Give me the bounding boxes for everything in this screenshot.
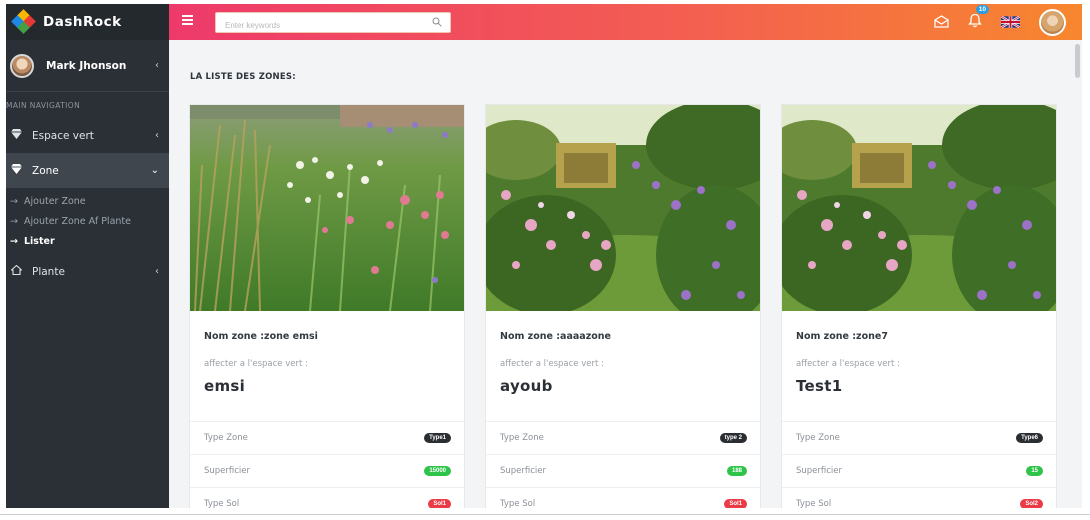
superficier-badge: 15 xyxy=(1026,466,1043,476)
app-window: DashRock Mark Jhonson ‹ MAIN NAVIGATION … xyxy=(6,4,1082,508)
detail-row-type-sol: Type Sol Sol1 xyxy=(190,487,464,508)
detail-row-type-sol: Type Sol Sol1 xyxy=(486,487,760,508)
detail-label: Type Zone xyxy=(500,433,544,443)
type-zone-badge: Type6 xyxy=(1016,433,1043,443)
bell-icon xyxy=(968,13,982,27)
detail-label: Superficier xyxy=(796,466,843,476)
topbar: 10 xyxy=(169,4,1082,40)
type-zone-badge: Type1 xyxy=(424,433,451,443)
type-sol-badge: Sol2 xyxy=(1020,499,1043,508)
gem-icon xyxy=(11,164,23,177)
detail-label: Type Sol xyxy=(796,499,832,508)
zone-details: Type Zone Type6 Superficier 15 Type Sol … xyxy=(782,421,1056,508)
type-sol-badge: Sol1 xyxy=(724,499,747,508)
main-content: LA LISTE DES ZONES: Nom zone:zone emsi … xyxy=(169,40,1073,508)
zone-details: Type Zone Type1 Superficier 15000 Type S… xyxy=(190,421,464,508)
chevron-left-icon: ‹ xyxy=(155,130,159,141)
zone-card: Nom zone :zone emsi affecter a l'espace … xyxy=(189,104,465,508)
detail-label: Superficier xyxy=(204,466,251,476)
detail-label: Superficier xyxy=(500,466,547,476)
submenu-item-label: Lister xyxy=(24,235,55,247)
user-name: Mark Jhonson xyxy=(46,59,127,72)
submenu-item-ajouter-zone-af-plante[interactable]: → Ajouter Zone Af Plante xyxy=(6,211,169,231)
notification-count-badge: 10 xyxy=(975,4,989,14)
zone-espace-label: affecter a l'espace vert : xyxy=(204,359,308,369)
page-title: LA LISTE DES ZONES: xyxy=(190,72,296,82)
detail-label: Type Sol xyxy=(500,499,536,508)
submenu-item-ajouter-zone[interactable]: → Ajouter Zone xyxy=(6,191,169,211)
sidebar-item-label: Plante xyxy=(32,265,65,278)
chevron-left-icon: ‹ xyxy=(155,266,159,277)
user-panel[interactable]: Mark Jhonson ‹ xyxy=(6,40,169,92)
brand-logo-icon xyxy=(11,9,36,34)
detail-row-superficier: Superficier 15000 xyxy=(190,454,464,487)
zone-card: Nom zone :aaaazone affecter a l'espace v… xyxy=(485,104,761,508)
detail-label: Type Zone xyxy=(204,433,248,443)
envelope-open-icon xyxy=(934,14,949,28)
sidebar-item-plante[interactable]: Plante ‹ xyxy=(6,254,169,289)
zone-espace-value: emsi xyxy=(204,377,246,395)
search-box xyxy=(215,12,451,35)
detail-row-type-zone: Type Zone type 2 xyxy=(486,421,760,454)
language-button[interactable] xyxy=(1000,13,1021,32)
type-zone-badge: type 2 xyxy=(719,433,747,443)
notifications-button[interactable]: 10 xyxy=(968,4,989,32)
vertical-scrollbar[interactable] xyxy=(1074,40,1082,508)
divider xyxy=(0,514,1090,515)
type-sol-badge: Sol1 xyxy=(428,499,451,508)
zone-espace-label: affecter a l'espace vert : xyxy=(500,359,604,369)
chevron-down-icon: ⌄ xyxy=(150,165,159,176)
sidebar: DashRock Mark Jhonson ‹ MAIN NAVIGATION … xyxy=(6,4,169,508)
zone-card: Nom zone :zone7 affecter a l'espace vert… xyxy=(781,104,1057,508)
arrow-right-icon: → xyxy=(10,195,18,207)
submenu-item-label: Ajouter Zone xyxy=(24,195,86,207)
sidebar-item-zone[interactable]: Zone ⌄ xyxy=(6,153,169,188)
zone-espace-value: Test1 xyxy=(796,377,843,395)
detail-label: Type Zone xyxy=(796,433,840,443)
superficier-badge: 15000 xyxy=(424,466,451,476)
sidebar-item-label: Espace vert xyxy=(32,129,94,142)
home-icon xyxy=(10,264,23,278)
search-icon[interactable] xyxy=(432,17,442,27)
zone-espace-value: ayoub xyxy=(500,377,553,395)
sidebar-item-espace-vert[interactable]: Espace vert ‹ xyxy=(6,118,169,153)
avatar xyxy=(1039,8,1066,36)
zone-name: Nom zone :aaaazone xyxy=(500,331,611,342)
superficier-badge: 188 xyxy=(726,466,747,476)
zone-name: Nom zone :zone emsi xyxy=(204,331,318,342)
sidebar-item-label: Zone xyxy=(32,164,59,177)
arrow-right-icon: → xyxy=(10,215,18,227)
zone-espace-label: affecter a l'espace vert : xyxy=(796,359,900,369)
mail-button[interactable] xyxy=(934,13,949,32)
detail-row-type-zone: Type Zone Type1 xyxy=(190,421,464,454)
scrollbar-thumb[interactable] xyxy=(1075,44,1080,78)
zone-image xyxy=(486,105,760,311)
chevron-left-icon: ‹ xyxy=(155,60,159,71)
uk-flag-icon xyxy=(1000,14,1021,29)
detail-row-superficier: Superficier 188 xyxy=(486,454,760,487)
search-input[interactable] xyxy=(216,16,416,35)
zone-image xyxy=(190,105,464,311)
zone-details: Type Zone type 2 Superficier 188 Type So… xyxy=(486,421,760,508)
submenu-item-lister[interactable]: → Lister xyxy=(6,231,169,251)
menu-icon[interactable] xyxy=(182,15,193,25)
arrow-right-icon: → xyxy=(10,235,18,247)
detail-label: Type Sol xyxy=(204,499,240,508)
gem-icon xyxy=(11,129,23,142)
submenu-zone: → Ajouter Zone → Ajouter Zone Af Plante … xyxy=(6,188,169,254)
nav-section-header: MAIN NAVIGATION xyxy=(6,100,81,110)
detail-row-type-zone: Type Zone Type6 xyxy=(782,421,1056,454)
topbar-actions: 10 xyxy=(915,4,1066,40)
detail-row-superficier: Superficier 15 xyxy=(782,454,1056,487)
brand-name: DashRock xyxy=(43,14,122,30)
brand[interactable]: DashRock xyxy=(6,4,169,40)
avatar xyxy=(10,53,34,78)
submenu-item-label: Ajouter Zone Af Plante xyxy=(24,215,131,227)
zone-image xyxy=(782,105,1056,311)
detail-row-type-sol: Type Sol Sol2 xyxy=(782,487,1056,508)
zone-name: Nom zone :zone7 xyxy=(796,331,888,342)
profile-button[interactable] xyxy=(1039,8,1066,36)
